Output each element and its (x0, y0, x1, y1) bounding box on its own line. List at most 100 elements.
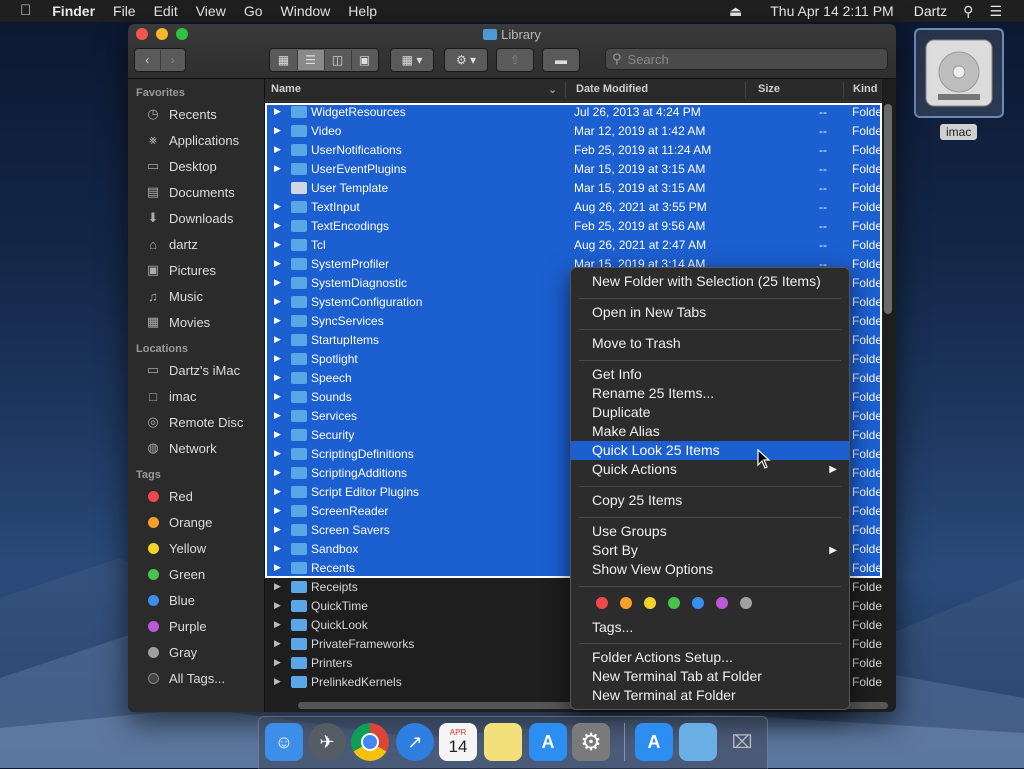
disclosure-triangle-icon[interactable]: ▶ (274, 543, 281, 554)
menu-item-show-view-options[interactable]: Show View Options (571, 560, 849, 579)
menu-item-make-alias[interactable]: Make Alias (571, 422, 849, 441)
column-header-size[interactable]: Size (758, 83, 780, 95)
menu-item-copy-25-items[interactable]: Copy 25 Items (571, 491, 849, 510)
menu-item-tags[interactable]: Tags... (571, 618, 849, 637)
disclosure-triangle-icon[interactable]: ▶ (274, 657, 281, 668)
menu-item-new-terminal-tab-at-folder[interactable]: New Terminal Tab at Folder (571, 667, 849, 686)
disclosure-triangle-icon[interactable]: ▶ (274, 125, 281, 136)
disclosure-triangle-icon[interactable]: ▶ (274, 486, 281, 497)
menu-item-rename-25-items[interactable]: Rename 25 Items... (571, 384, 849, 403)
menu-item-get-info[interactable]: Get Info (571, 365, 849, 384)
menu-item-use-groups[interactable]: Use Groups (571, 522, 849, 541)
vertical-scrollbar[interactable] (884, 104, 892, 314)
disclosure-triangle-icon[interactable]: ▶ (274, 106, 281, 117)
spotlight-search-icon[interactable]: ⚲ (955, 0, 981, 22)
column-view-button[interactable]: ◫ (325, 50, 352, 70)
disclosure-triangle-icon[interactable]: ▶ (274, 334, 281, 345)
menu-item-open-in-new-tabs[interactable]: Open in New Tabs (571, 303, 849, 322)
menu-edit[interactable]: Edit (145, 0, 187, 22)
sidebar-tag-gray[interactable]: Gray (128, 639, 264, 665)
sidebar-tag-red[interactable]: Red (128, 483, 264, 509)
dock-app-store-folder-icon[interactable]: A (635, 723, 673, 761)
dock-system-preferences-icon[interactable]: ⚙ (572, 723, 610, 761)
back-button[interactable]: ‹ (135, 50, 161, 70)
search-field[interactable]: ⚲ Search (605, 48, 888, 70)
sidebar-tag-green[interactable]: Green (128, 561, 264, 587)
disclosure-triangle-icon[interactable]: ▶ (274, 372, 281, 383)
dock-chrome-icon[interactable] (351, 723, 389, 761)
sidebar-tag-blue[interactable]: Blue (128, 587, 264, 613)
menu-app-name[interactable]: Finder (43, 0, 104, 22)
disclosure-triangle-icon[interactable]: ▶ (274, 524, 281, 535)
tag-color-dot[interactable] (668, 597, 680, 609)
tag-color-dot[interactable] (644, 597, 656, 609)
disclosure-triangle-icon[interactable]: ▶ (274, 448, 281, 459)
disclosure-triangle-icon[interactable]: ▶ (274, 315, 281, 326)
table-row[interactable]: User Template Mar 15, 2019 at 3:15 AM -- Fo… (265, 179, 882, 198)
desktop-disk-icon[interactable] (914, 28, 1004, 118)
action-gear-button[interactable]: ⚙ ▾ (444, 48, 488, 72)
disclosure-triangle-icon[interactable]: ▶ (274, 619, 281, 630)
sidebar-tag-purple[interactable]: Purple (128, 613, 264, 639)
dock-trash-icon[interactable]: ⌧ (723, 723, 761, 761)
menu-view[interactable]: View (187, 0, 235, 22)
sidebar-tag-yellow[interactable]: Yellow (128, 535, 264, 561)
sidebar-item-dartz-s-imac[interactable]: ▭ Dartz's iMac (128, 357, 264, 383)
disclosure-triangle-icon[interactable]: ▶ (274, 391, 281, 402)
table-row[interactable]: ▶ UserEventPlugins Mar 15, 2019 at 3:15 AM… (265, 160, 882, 179)
disclosure-triangle-icon[interactable]: ▶ (274, 258, 281, 269)
sidebar-item-imac[interactable]: □ imac (128, 383, 264, 409)
disclosure-triangle-icon[interactable]: ▶ (274, 239, 281, 250)
disclosure-triangle-icon[interactable]: ▶ (274, 163, 281, 174)
disclosure-triangle-icon[interactable]: ▶ (274, 505, 281, 516)
column-header-date[interactable]: Date Modified (576, 83, 648, 95)
disclosure-triangle-icon[interactable]: ▶ (274, 600, 281, 611)
sidebar-item-music[interactable]: ♫ Music (128, 283, 264, 309)
disclosure-triangle-icon[interactable]: ▶ (274, 429, 281, 440)
tag-color-dot[interactable] (740, 597, 752, 609)
sidebar-item-movies[interactable]: ▦ Movies (128, 309, 264, 335)
menu-item-sort-by[interactable]: Sort By ▶ (571, 541, 849, 560)
sidebar-tag-orange[interactable]: Orange (128, 509, 264, 535)
tag-color-dot[interactable] (620, 597, 632, 609)
dock-safari-icon[interactable]: ↗ (396, 723, 434, 761)
menu-window[interactable]: Window (272, 0, 340, 22)
group-button[interactable]: ▦ ▾ (390, 48, 434, 72)
disclosure-triangle-icon[interactable]: ▶ (274, 410, 281, 421)
dock-finder-icon[interactable]: ☺ (265, 723, 303, 761)
disclosure-triangle-icon[interactable]: ▶ (274, 277, 281, 288)
menu-item-new-terminal-at-folder[interactable]: New Terminal at Folder (571, 686, 849, 705)
disclosure-triangle-icon[interactable]: ▶ (274, 467, 281, 478)
tag-color-dot[interactable] (716, 597, 728, 609)
menu-item-folder-actions-setup[interactable]: Folder Actions Setup... (571, 648, 849, 667)
menu-user[interactable]: Dartz (902, 0, 955, 22)
table-row[interactable]: ▶ Tcl Aug 26, 2021 at 2:47 AM -- Folde (265, 236, 882, 255)
disclosure-triangle-icon[interactable]: ▶ (274, 201, 281, 212)
tag-color-dot[interactable] (692, 597, 704, 609)
sidebar-item-remote-disc[interactable]: ◎ Remote Disc (128, 409, 264, 435)
disclosure-triangle-icon[interactable]: ▶ (274, 220, 281, 231)
column-header-kind[interactable]: Kind (853, 83, 877, 95)
sidebar-item-applications[interactable]: ⨳ Applications (128, 127, 264, 153)
tag-color-dot[interactable] (596, 597, 608, 609)
dock-downloads-folder-icon[interactable] (679, 723, 717, 761)
menu-item-quick-actions[interactable]: Quick Actions ▶ (571, 460, 849, 479)
notification-center-icon[interactable]: ☰ (981, 0, 1024, 22)
icon-view-button[interactable]: ▦ (271, 50, 298, 70)
dock-launchpad-icon[interactable]: ✈ (308, 723, 346, 761)
sidebar-item-dartz[interactable]: ⌂ dartz (128, 231, 264, 257)
forward-button[interactable]: › (161, 50, 186, 70)
disclosure-triangle-icon[interactable]: ▶ (274, 296, 281, 307)
menu-item-new-folder-with-selection-25-items[interactable]: New Folder with Selection (25 Items) (571, 272, 849, 291)
dock-calendar-icon[interactable]: APR 14 (439, 723, 477, 761)
menu-item-quick-look-25-items[interactable]: Quick Look 25 Items (571, 441, 849, 460)
sidebar-item-desktop[interactable]: ▭ Desktop (128, 153, 264, 179)
disclosure-triangle-icon[interactable]: ▶ (274, 562, 281, 573)
sidebar-item-network[interactable]: ◍ Network (128, 435, 264, 461)
menu-file[interactable]: File (104, 0, 145, 22)
menu-clock[interactable]: Thu Apr 14 2:11 PM (750, 0, 901, 22)
disclosure-triangle-icon[interactable]: ▶ (274, 676, 281, 687)
sidebar-item-recents[interactable]: ◷ Recents (128, 101, 264, 127)
menu-item-duplicate[interactable]: Duplicate (571, 403, 849, 422)
list-view-button[interactable]: ☰ (297, 50, 325, 70)
